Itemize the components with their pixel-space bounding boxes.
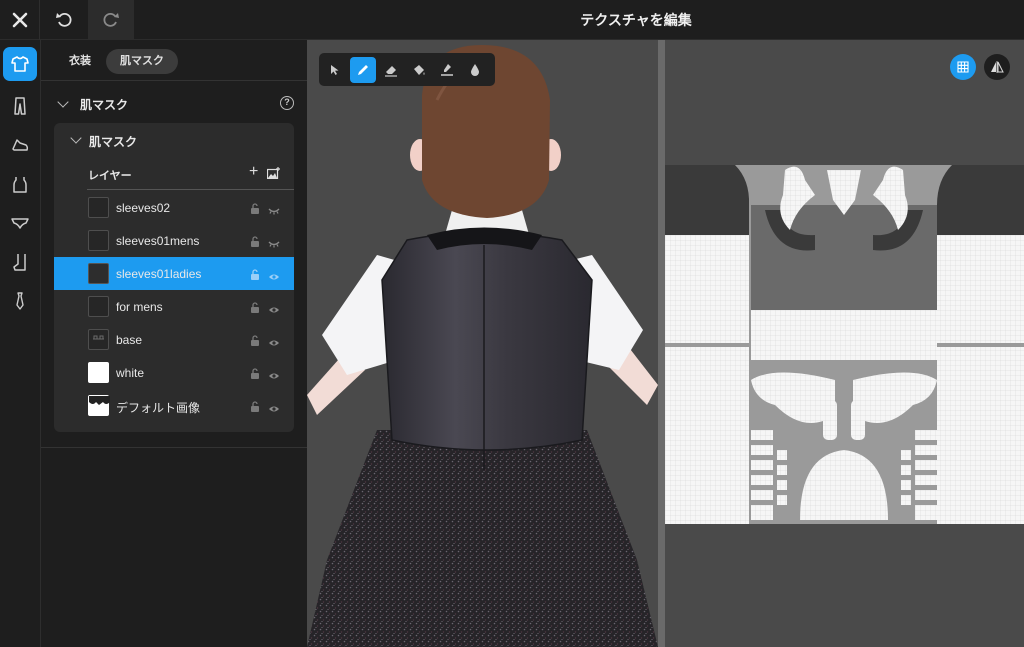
- layer-name: sleeves01mens: [116, 234, 200, 248]
- stamp-tool-button[interactable]: [434, 57, 460, 83]
- split-divider[interactable]: [658, 40, 665, 647]
- layer-thumbnail: [88, 296, 109, 317]
- redo-icon: [103, 12, 119, 27]
- lock-icon[interactable]: [250, 366, 260, 384]
- layer-group: 肌マスク レイヤー + sleeves02 sleeves01mens slee…: [54, 123, 294, 432]
- texture-viewport[interactable]: [665, 40, 1024, 647]
- category-top-button[interactable]: [3, 167, 37, 201]
- select-tool-icon: [331, 65, 339, 75]
- paint-toolbar: [319, 53, 495, 86]
- pen-tool-icon: [358, 65, 368, 75]
- eye-icon[interactable]: [268, 400, 280, 418]
- tab-outfit[interactable]: 衣装: [55, 49, 105, 74]
- tab-skin-mask[interactable]: 肌マスク: [106, 49, 178, 74]
- close-button[interactable]: [0, 0, 40, 40]
- category-pants-button[interactable]: [3, 89, 37, 123]
- mirror-button[interactable]: [984, 54, 1010, 80]
- layer-row[interactable]: white: [54, 356, 294, 389]
- add-image-button[interactable]: [266, 166, 281, 184]
- lock-icon[interactable]: [250, 234, 260, 252]
- mirror-icon: [991, 61, 1004, 73]
- eye-icon[interactable]: [268, 367, 280, 385]
- help-icon[interactable]: ?: [280, 96, 294, 110]
- close-icon: [12, 12, 27, 28]
- category-tie-button[interactable]: [3, 284, 37, 318]
- undo-button[interactable]: [41, 0, 87, 40]
- add-image-icon: [266, 167, 280, 180]
- chevron-down-icon: [70, 132, 82, 144]
- category-underwear-button[interactable]: [3, 206, 37, 240]
- uv-texture-map: [665, 165, 1024, 524]
- eye-closed-icon[interactable]: [268, 202, 280, 220]
- window-title: テクスチャを編集: [580, 12, 692, 28]
- fill-tool-button[interactable]: [406, 57, 432, 83]
- select-tool-button[interactable]: [322, 57, 348, 83]
- lock-icon[interactable]: [250, 201, 260, 219]
- blur-tool-icon: [471, 64, 479, 76]
- section-title: 肌マスク: [80, 98, 129, 112]
- fill-tool-icon: [414, 65, 425, 75]
- layer-thumbnail: [88, 362, 109, 383]
- 3d-viewport[interactable]: [307, 40, 658, 647]
- pants-icon: [14, 97, 26, 115]
- group-title: 肌マスク: [89, 135, 138, 149]
- layer-name: white: [116, 366, 145, 380]
- layer-thumbnail: [88, 230, 109, 251]
- grid-toggle-button[interactable]: [950, 54, 976, 80]
- category-socks-button[interactable]: [3, 245, 37, 279]
- top-icon: [13, 177, 27, 193]
- layer-name: デフォルト画像: [116, 401, 201, 415]
- lock-icon[interactable]: [250, 300, 260, 318]
- eye-icon[interactable]: [268, 334, 280, 352]
- category-shoes-button[interactable]: [3, 128, 37, 162]
- layer-name: base: [116, 333, 143, 347]
- redo-button[interactable]: [88, 0, 134, 40]
- layer-thumbnail: [88, 395, 110, 416]
- sock-icon: [13, 254, 26, 271]
- tie-icon: [16, 292, 24, 310]
- underwear-icon: [11, 218, 29, 229]
- stamp-tool-icon: [441, 64, 453, 76]
- layer-row[interactable]: for mens: [54, 290, 294, 323]
- layer-row[interactable]: base: [54, 323, 294, 356]
- eraser-tool-icon: [385, 66, 397, 77]
- layer-row-selected[interactable]: sleeves01ladies: [54, 257, 294, 290]
- tab-bar: 衣装 肌マスク: [41, 40, 307, 81]
- layer-header-label: レイヤー: [88, 170, 132, 182]
- eye-icon[interactable]: [268, 301, 280, 319]
- layer-row[interactable]: デフォルト画像: [54, 389, 294, 422]
- layer-row[interactable]: sleeves02: [54, 191, 294, 224]
- top-bar: テクスチャを編集: [0, 0, 1024, 40]
- layer-name: for mens: [116, 300, 163, 314]
- avatar-model: [307, 45, 658, 647]
- lock-icon[interactable]: [250, 333, 260, 351]
- eraser-tool-button[interactable]: [378, 57, 404, 83]
- category-rail: [0, 40, 41, 647]
- layer-header: レイヤー +: [87, 158, 294, 190]
- lock-icon[interactable]: [250, 399, 260, 417]
- section-header[interactable]: 肌マスク ?: [41, 90, 307, 118]
- shirt-icon: [11, 56, 29, 72]
- layer-thumbnail: [88, 329, 109, 350]
- pen-tool-button[interactable]: [350, 57, 376, 83]
- eye-icon[interactable]: [268, 268, 280, 286]
- chevron-down-icon: [57, 96, 69, 108]
- lock-icon[interactable]: [250, 267, 260, 285]
- undo-icon: [56, 12, 72, 27]
- eye-closed-icon[interactable]: [268, 235, 280, 253]
- layer-thumbnail: [88, 197, 109, 218]
- grid-icon: [957, 61, 969, 73]
- layer-name: sleeves01ladies: [116, 267, 202, 281]
- group-header[interactable]: 肌マスク: [54, 123, 294, 157]
- blur-tool-button[interactable]: [462, 57, 488, 83]
- category-shirt-button[interactable]: [3, 47, 37, 81]
- add-layer-button[interactable]: +: [249, 163, 258, 181]
- layer-name: sleeves02: [116, 201, 171, 215]
- divider: [41, 447, 307, 448]
- layer-panel: 衣装 肌マスク 肌マスク ? 肌マスク レイヤー + sleeves02 sle: [41, 40, 307, 647]
- layer-row[interactable]: sleeves01mens: [54, 224, 294, 257]
- layer-thumbnail: [88, 263, 109, 284]
- shoe-icon: [12, 139, 29, 151]
